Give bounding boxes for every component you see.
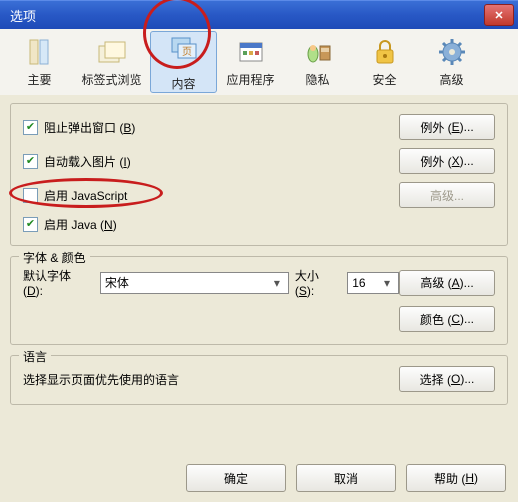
advanced-js-button[interactable]: 高级... xyxy=(399,182,495,208)
size-label: 大小 (S): xyxy=(295,267,341,298)
apps-icon xyxy=(235,36,267,68)
size-select[interactable]: 16 ▾ xyxy=(347,272,399,294)
lang-legend: 语言 xyxy=(19,348,51,365)
dialog-footer: 确定 取消 帮助 (H) xyxy=(186,464,506,492)
color-button[interactable]: 颜色 (C)... xyxy=(399,306,495,332)
tab-advanced-label: 高级 xyxy=(439,71,463,88)
tab-tabbed[interactable]: 标签式浏览 xyxy=(73,31,150,93)
titlebar: 选项 ✕ xyxy=(0,0,518,29)
tab-main[interactable]: 主要 xyxy=(6,31,73,93)
tab-apps-label: 应用程序 xyxy=(226,71,274,88)
enable-js-checkbox[interactable]: 启用 JavaScript xyxy=(23,187,127,204)
block-popup-label: 阻止弹出窗口 (B) xyxy=(44,119,135,136)
checkbox-icon xyxy=(23,154,38,169)
checkbox-icon xyxy=(23,217,38,232)
tabs-icon xyxy=(96,36,128,68)
tab-security-label: 安全 xyxy=(372,71,396,88)
tab-content[interactable]: 页 内容 xyxy=(150,31,217,93)
privacy-icon xyxy=(302,36,334,68)
help-button[interactable]: 帮助 (H) xyxy=(406,464,506,492)
tab-main-label: 主要 xyxy=(27,71,51,88)
font-value: 宋体 xyxy=(105,274,129,291)
autoload-images-label: 自动载入图片 (I) xyxy=(44,153,131,170)
tab-privacy[interactable]: 隐私 xyxy=(284,31,351,93)
tab-advanced[interactable]: 高级 xyxy=(418,31,485,93)
checkbox-icon xyxy=(23,188,38,203)
chevron-down-icon: ▾ xyxy=(380,276,394,290)
gear-icon xyxy=(436,36,468,68)
cancel-button[interactable]: 取消 xyxy=(296,464,396,492)
checkbox-icon xyxy=(23,120,38,135)
fonts-group: 字体 & 颜色 默认字体 (D): 宋体 ▾ 大小 (S): 16 ▾ 高级 (… xyxy=(10,256,508,345)
fonts-legend: 字体 & 颜色 xyxy=(19,249,90,266)
language-group: 语言 选择显示页面优先使用的语言 选择 (O)... xyxy=(10,355,508,405)
autoload-images-checkbox[interactable]: 自动载入图片 (I) xyxy=(23,153,131,170)
exceptions-e-button[interactable]: 例外 (E)... xyxy=(399,114,495,140)
close-button[interactable]: ✕ xyxy=(484,4,514,26)
window-title: 选项 xyxy=(4,6,36,25)
tab-content-label: 内容 xyxy=(171,75,195,92)
main-icon xyxy=(24,36,56,68)
lock-icon xyxy=(369,36,401,68)
size-value: 16 xyxy=(352,276,365,290)
tab-tabbed-label: 标签式浏览 xyxy=(81,71,141,88)
content-icon: 页 xyxy=(168,32,200,64)
enable-java-label: 启用 Java (N) xyxy=(44,216,117,233)
ok-button[interactable]: 确定 xyxy=(186,464,286,492)
font-advanced-button[interactable]: 高级 (A)... xyxy=(399,270,495,296)
tab-apps[interactable]: 应用程序 xyxy=(217,31,284,93)
choose-lang-button[interactable]: 选择 (O)... xyxy=(399,366,495,392)
defaultfont-label: 默认字体 (D): xyxy=(23,267,94,298)
svg-text:页: 页 xyxy=(182,46,192,58)
exceptions-x-button[interactable]: 例外 (X)... xyxy=(399,148,495,174)
font-select[interactable]: 宋体 ▾ xyxy=(100,272,289,294)
content-group: 阻止弹出窗口 (B) 例外 (E)... 自动载入图片 (I) 例外 (X)..… xyxy=(10,103,508,246)
block-popup-checkbox[interactable]: 阻止弹出窗口 (B) xyxy=(23,119,135,136)
tab-privacy-label: 隐私 xyxy=(305,71,329,88)
lang-desc: 选择显示页面优先使用的语言 xyxy=(23,371,179,388)
category-toolbar: 主要 标签式浏览 页 内容 应用程序 隐私 xyxy=(0,29,518,95)
enable-js-label: 启用 JavaScript xyxy=(44,187,127,204)
chevron-down-icon: ▾ xyxy=(270,276,284,290)
tab-security[interactable]: 安全 xyxy=(351,31,418,93)
enable-java-checkbox[interactable]: 启用 Java (N) xyxy=(23,216,117,233)
